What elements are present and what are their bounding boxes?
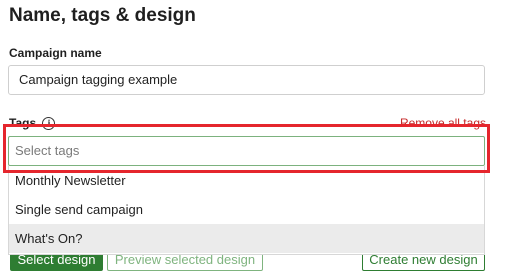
campaign-name-label: Campaign name: [9, 46, 102, 60]
campaign-name-input[interactable]: Campaign tagging example: [8, 65, 485, 95]
tag-option-whats-on[interactable]: What's On?: [9, 224, 484, 253]
tag-option-single-send[interactable]: Single send campaign: [9, 195, 484, 224]
highlight-annotation: [3, 124, 490, 173]
tags-dropdown: Monthly Newsletter Single send campaign …: [8, 166, 485, 255]
section-title: Name, tags & design: [9, 5, 196, 26]
